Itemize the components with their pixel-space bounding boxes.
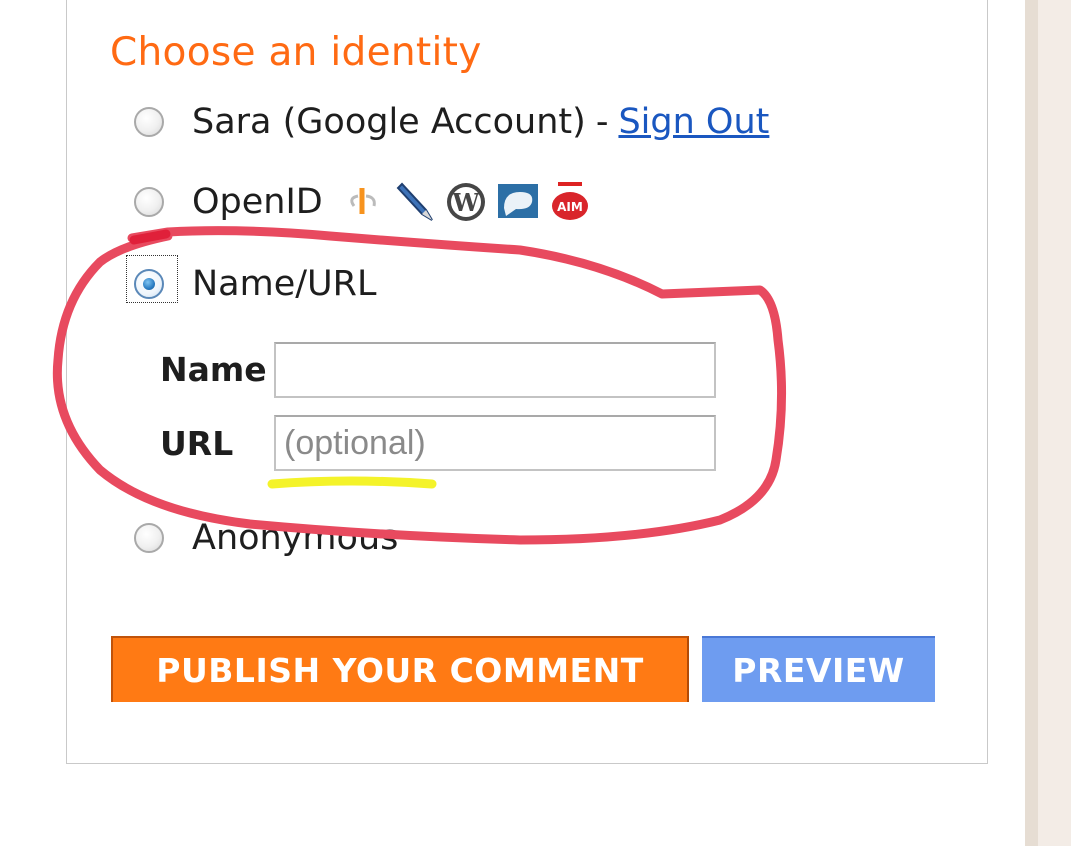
identity-option-openid[interactable]: OpenID W AIM — [134, 180, 593, 224]
openid-icon[interactable] — [339, 179, 385, 225]
identity-option-google[interactable]: Sara (Google Account) - Sign Out — [134, 100, 769, 144]
radio-openid[interactable] — [134, 187, 164, 217]
svg-text:W: W — [451, 188, 480, 217]
svg-text:AIM: AIM — [557, 200, 583, 214]
livejournal-pencil-icon[interactable] — [391, 179, 437, 225]
publish-comment-button[interactable]: PUBLISH YOUR COMMENT — [111, 636, 689, 702]
anonymous-label: Anonymous — [192, 518, 399, 558]
radio-google[interactable] — [134, 107, 164, 137]
name-url-label: Name/URL — [192, 264, 377, 304]
name-field-label: Name — [160, 350, 267, 389]
url-field-label: URL — [160, 424, 234, 463]
sign-out-link[interactable]: Sign Out — [618, 102, 769, 142]
google-account-label: Sara (Google Account) — [192, 102, 586, 142]
typepad-speech-icon[interactable] — [495, 179, 541, 225]
identity-option-name-url[interactable]: Name/URL — [134, 262, 377, 306]
openid-provider-icons: W AIM — [339, 179, 593, 225]
wordpress-icon[interactable]: W — [443, 179, 489, 225]
url-input[interactable] — [274, 415, 716, 471]
radio-name-url[interactable] — [134, 269, 164, 299]
label-separator: - — [595, 102, 609, 142]
identity-option-anonymous[interactable]: Anonymous — [134, 516, 398, 560]
page-side-strip — [1025, 0, 1071, 846]
name-input[interactable] — [274, 342, 716, 398]
preview-button[interactable]: PREVIEW — [702, 636, 935, 702]
radio-anonymous[interactable] — [134, 523, 164, 553]
page-side-strip-inner — [1038, 0, 1071, 846]
aim-icon[interactable]: AIM — [547, 179, 593, 225]
openid-label: OpenID — [192, 182, 323, 222]
identity-heading: Choose an identity — [110, 30, 482, 75]
